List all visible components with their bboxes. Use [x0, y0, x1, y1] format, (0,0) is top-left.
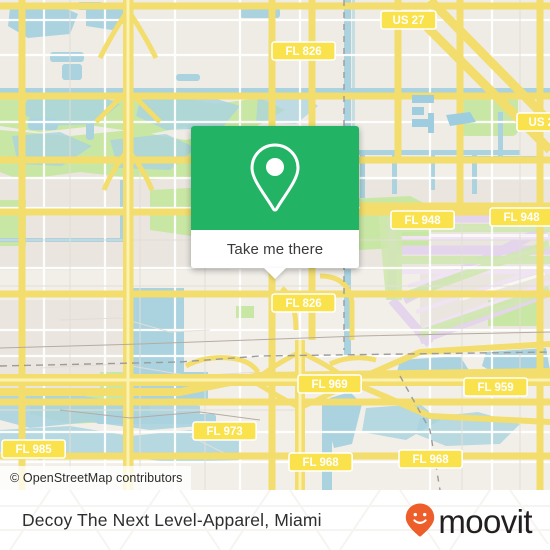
road-shield: FL 973 [192, 421, 258, 441]
moovit-wordmark: moovit [438, 502, 532, 540]
road-shield-label: FL 826 [285, 298, 321, 310]
road-shield-label: FL 973 [206, 426, 242, 438]
road-shield: FL 985 [1, 439, 67, 459]
road-shield: US 27 [380, 10, 437, 30]
road-shield: FL 826 [271, 293, 337, 313]
road-shield: FL 948 [489, 207, 550, 227]
moovit-place-map-screen: US 27 FL 826 US 27 FL 948 FL 948 FL 826 FL 969… [0, 0, 550, 550]
road-shield-label: FL 948 [404, 215, 441, 227]
callout-tail [264, 268, 286, 279]
road-shield: US 27 [516, 112, 550, 132]
road-shield-label: FL 826 [285, 46, 321, 58]
road-shield-label: FL 959 [477, 382, 513, 394]
map-attribution: © OpenStreetMap contributors [0, 466, 191, 490]
moovit-logo: moovit [405, 502, 533, 540]
moovit-pin-smiley-icon [406, 503, 435, 537]
take-me-there-button[interactable]: Take me there [191, 230, 359, 279]
road-shield-label: FL 948 [503, 212, 540, 224]
bottom-info-bar: Decoy The Next Level-Apparel, Miami moov… [0, 490, 550, 550]
map-pin-icon [250, 143, 300, 212]
place-name: Decoy The Next Level-Apparel, Miami [22, 509, 322, 530]
road-shield: FL 959 [463, 377, 529, 397]
place-callout-card[interactable]: Take me there [191, 126, 359, 279]
attribution-text: © OpenStreetMap contributors [10, 471, 183, 485]
road-shield-label: US 27 [393, 15, 425, 27]
take-me-there-label: Take me there [226, 240, 324, 258]
road-shield-label: US 27 [529, 117, 550, 129]
road-shield: FL 969 [297, 374, 363, 394]
road-shield: FL 968 [288, 452, 354, 472]
road-shield-label: FL 968 [302, 457, 339, 469]
card-image-area [191, 126, 359, 230]
road-shield: FL 968 [398, 449, 464, 469]
road-shield-label: FL 985 [15, 444, 52, 456]
road-shield-label: FL 968 [412, 454, 449, 466]
road-shield: FL 826 [271, 41, 337, 61]
road-shield: FL 948 [390, 210, 456, 230]
road-shield-label: FL 969 [311, 379, 347, 391]
